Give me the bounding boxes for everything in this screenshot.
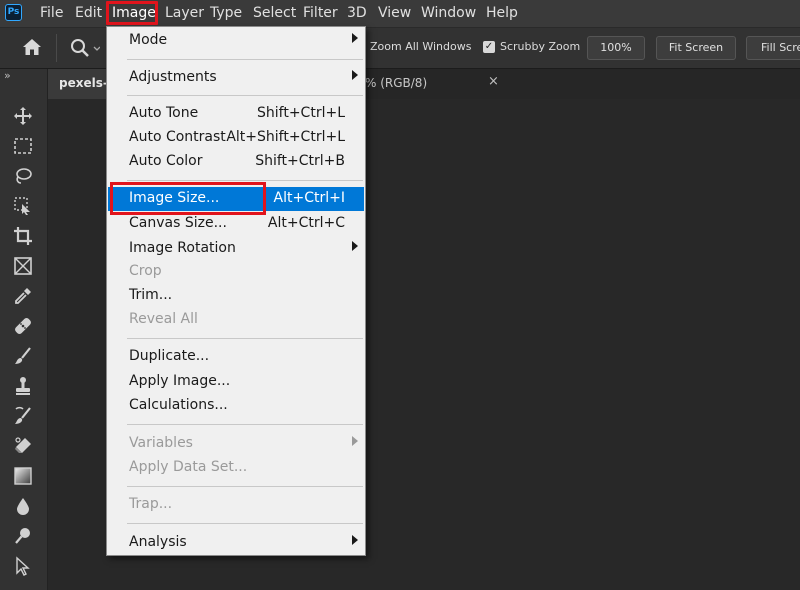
submenu-arrow-icon — [352, 33, 358, 43]
object-selection-tool-icon[interactable] — [8, 194, 38, 218]
fill-screen-button[interactable]: Fill Scre — [746, 36, 800, 60]
menu-item-adjustments[interactable]: Adjustments — [108, 66, 364, 90]
menu-filter[interactable]: Filter — [303, 0, 338, 27]
menu-window[interactable]: Window — [421, 0, 476, 27]
menu-item-crop-label: Crop — [129, 263, 162, 279]
menu-item-canvas-size[interactable]: Canvas Size... Alt+Ctrl+C — [108, 212, 364, 236]
menu-item-apply-image-label: Apply Image... — [129, 373, 231, 389]
menu-separator — [127, 95, 363, 96]
options-divider — [56, 34, 57, 62]
scrubby-zoom-checkbox[interactable]: ✓ — [483, 41, 495, 53]
shortcut-canvas-size: Alt+Ctrl+C — [267, 215, 345, 231]
path-selection-tool-icon[interactable] — [8, 554, 38, 578]
submenu-arrow-icon — [352, 241, 358, 251]
menu-item-image-rotation-label: Image Rotation — [129, 240, 236, 256]
menu-separator — [127, 338, 363, 339]
submenu-arrow-icon — [352, 535, 358, 545]
menu-item-crop: Crop — [108, 260, 364, 284]
zoom-tool-icon[interactable] — [70, 38, 101, 62]
menu-edit[interactable]: Edit — [75, 0, 102, 27]
crop-tool-icon[interactable] — [8, 224, 38, 248]
clone-stamp-tool-icon[interactable] — [8, 374, 38, 398]
shortcut-auto-contrast: Alt+Shift+Ctrl+L — [226, 129, 345, 145]
menu-item-variables: Variables — [108, 432, 364, 456]
menu-item-analysis-label: Analysis — [129, 534, 187, 550]
tool-panel: » — [0, 69, 48, 590]
zoom-all-windows-label[interactable]: Zoom All Windows — [370, 40, 471, 53]
move-tool-icon[interactable] — [8, 104, 38, 128]
menu-item-trap-label: Trap... — [129, 496, 173, 512]
menu-item-duplicate[interactable]: Duplicate... — [108, 345, 364, 369]
menu-item-adjustments-label: Adjustments — [129, 69, 217, 85]
tab-document-2[interactable]: % (RGB/8) × — [361, 69, 511, 99]
menu-type[interactable]: Type — [210, 0, 242, 27]
dodge-tool-icon[interactable] — [8, 524, 38, 548]
menu-view[interactable]: View — [378, 0, 411, 27]
menu-bar: Ps File Edit Image Layer Type Select Fil… — [0, 0, 800, 28]
tab-document-2-label: % (RGB/8) — [365, 76, 428, 90]
menu-item-auto-tone-label: Auto Tone — [129, 105, 199, 121]
menu-help[interactable]: Help — [486, 0, 518, 27]
menu-layer[interactable]: Layer — [165, 0, 204, 27]
zoom-percent-field[interactable]: 100% — [587, 36, 645, 60]
menu-item-auto-contrast-label: Auto Contrast — [129, 129, 226, 145]
marquee-tool-icon[interactable] — [8, 134, 38, 158]
history-brush-tool-icon[interactable] — [8, 404, 38, 428]
menu-item-reveal-all-label: Reveal All — [129, 311, 198, 327]
lasso-tool-icon[interactable] — [8, 164, 38, 188]
menu-item-apply-image[interactable]: Apply Image... — [108, 370, 364, 394]
menu-separator — [127, 424, 363, 425]
shortcut-auto-tone: Shift+Ctrl+L — [257, 105, 345, 121]
menu-item-reveal-all: Reveal All — [108, 308, 364, 332]
fit-screen-button[interactable]: Fit Screen — [656, 36, 736, 60]
menu-item-mode[interactable]: Mode — [108, 29, 364, 53]
menu-item-canvas-size-label: Canvas Size... — [129, 215, 227, 231]
menu-item-mode-label: Mode — [129, 32, 168, 48]
menu-item-auto-color[interactable]: Auto Color Shift+Ctrl+B — [108, 150, 364, 174]
menu-separator — [127, 59, 363, 60]
menu-3d[interactable]: 3D — [347, 0, 367, 27]
menu-separator — [127, 486, 363, 487]
menu-separator — [127, 180, 363, 181]
healing-brush-tool-icon[interactable] — [8, 314, 38, 338]
gradient-tool-icon[interactable] — [8, 464, 38, 488]
menu-file[interactable]: File — [40, 0, 63, 27]
menu-item-trim[interactable]: Trim... — [108, 284, 364, 308]
collapse-panel-icon[interactable]: » — [4, 69, 11, 82]
menu-item-duplicate-label: Duplicate... — [129, 348, 210, 364]
shortcut-auto-color: Shift+Ctrl+B — [255, 153, 345, 169]
menu-item-analysis[interactable]: Analysis — [108, 531, 364, 555]
photoshop-logo-icon: Ps — [5, 4, 22, 21]
eraser-tool-icon[interactable] — [8, 434, 38, 458]
menu-item-trim-label: Trim... — [129, 287, 173, 303]
image-menu-dropdown: Mode Adjustments Auto Tone Shift+Ctrl+L … — [106, 26, 366, 556]
menu-item-calculations-label: Calculations... — [129, 397, 228, 413]
menu-item-apply-data-set: Apply Data Set... — [108, 456, 364, 480]
menu-select[interactable]: Select — [253, 0, 296, 27]
eyedropper-tool-icon[interactable] — [8, 284, 38, 308]
menu-item-image-rotation[interactable]: Image Rotation — [108, 237, 364, 261]
menu-item-auto-contrast[interactable]: Auto Contrast Alt+Shift+Ctrl+L — [108, 126, 364, 150]
blur-tool-icon[interactable] — [8, 494, 38, 518]
menu-item-auto-color-label: Auto Color — [129, 153, 203, 169]
submenu-arrow-icon — [352, 436, 358, 446]
menu-item-auto-tone[interactable]: Auto Tone Shift+Ctrl+L — [108, 102, 364, 126]
menu-item-apply-data-set-label: Apply Data Set... — [129, 459, 248, 475]
close-tab-icon[interactable]: × — [488, 74, 499, 89]
frame-tool-icon[interactable] — [8, 254, 38, 278]
menu-item-trap: Trap... — [108, 493, 364, 517]
brush-tool-icon[interactable] — [8, 344, 38, 368]
image-size-highlight-box — [110, 182, 266, 215]
menu-item-calculations[interactable]: Calculations... — [108, 394, 364, 418]
menu-item-variables-label: Variables — [129, 435, 193, 451]
menu-separator — [127, 523, 363, 524]
scrubby-zoom-label[interactable]: Scrubby Zoom — [500, 40, 580, 53]
image-menu-highlight-box — [106, 1, 158, 25]
shortcut-image-size: Alt+Ctrl+I — [273, 190, 345, 206]
home-icon[interactable] — [22, 38, 42, 60]
submenu-arrow-icon — [352, 70, 358, 80]
